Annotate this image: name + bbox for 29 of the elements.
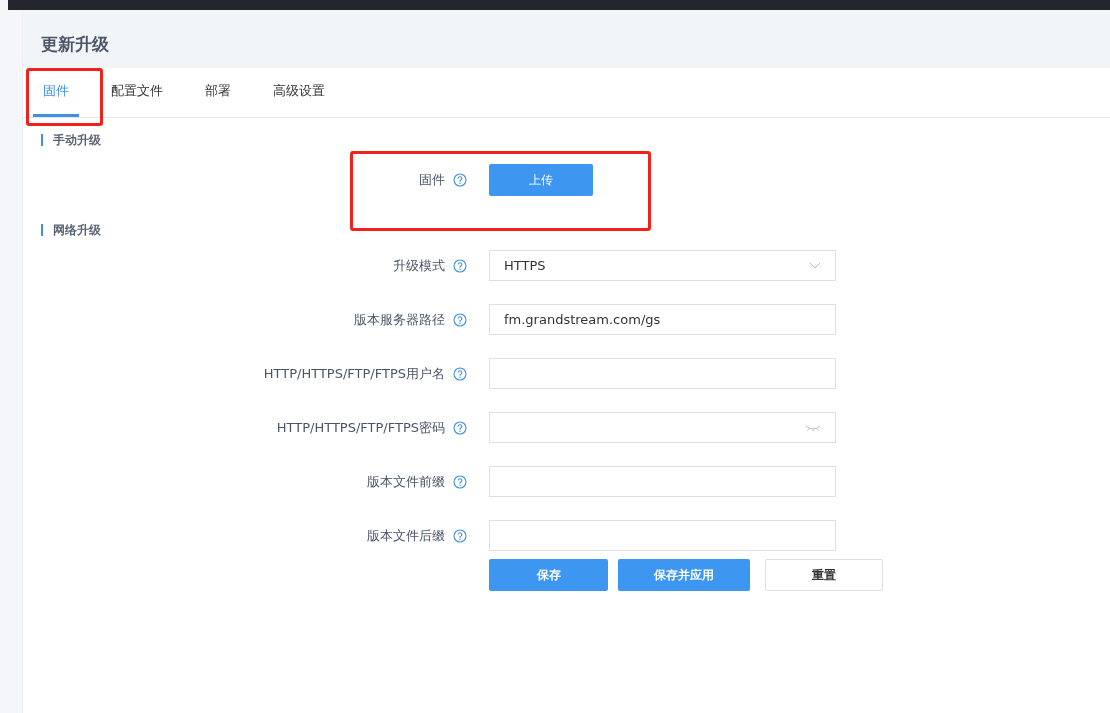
help-icon[interactable] xyxy=(453,366,467,381)
input-field[interactable] xyxy=(489,358,836,389)
section-heading: 手动升级 xyxy=(41,134,1110,146)
tab[interactable]: 高级设置 xyxy=(263,68,335,117)
help-icon[interactable] xyxy=(453,258,467,273)
input-field[interactable] xyxy=(489,466,836,497)
password-field[interactable] xyxy=(489,412,836,443)
help-icon[interactable] xyxy=(453,420,467,435)
input-field[interactable]: fm.grandstream.com/gs xyxy=(489,304,836,335)
page-title: 更新升级 xyxy=(41,32,109,56)
input-field[interactable] xyxy=(489,520,836,551)
field-label: 版本文件后缀 xyxy=(367,526,445,545)
help-icon[interactable] xyxy=(453,312,467,327)
help-icon[interactable] xyxy=(453,528,467,543)
chevron-down-icon xyxy=(809,262,821,269)
field-label: 版本文件前缀 xyxy=(367,472,445,491)
field-label: 升级模式 xyxy=(393,256,445,275)
field-label: HTTP/HTTPS/FTP/FTPS密码 xyxy=(276,418,445,437)
tab[interactable]: 部署 xyxy=(195,68,241,117)
dropdown[interactable]: HTTPS xyxy=(489,250,836,281)
reset-button[interactable]: 重置 xyxy=(765,559,883,591)
help-icon[interactable] xyxy=(453,173,467,187)
eye-closed-icon[interactable] xyxy=(805,423,821,432)
section-heading: 网络升级 xyxy=(41,224,1110,236)
help-icon[interactable] xyxy=(453,474,467,489)
tab[interactable]: 配置文件 xyxy=(101,68,173,117)
field-label: 版本服务器路径 xyxy=(354,310,445,329)
field-label: HTTP/HTTPS/FTP/FTPS用户名 xyxy=(263,364,445,383)
field-label: 固件 xyxy=(419,171,445,189)
